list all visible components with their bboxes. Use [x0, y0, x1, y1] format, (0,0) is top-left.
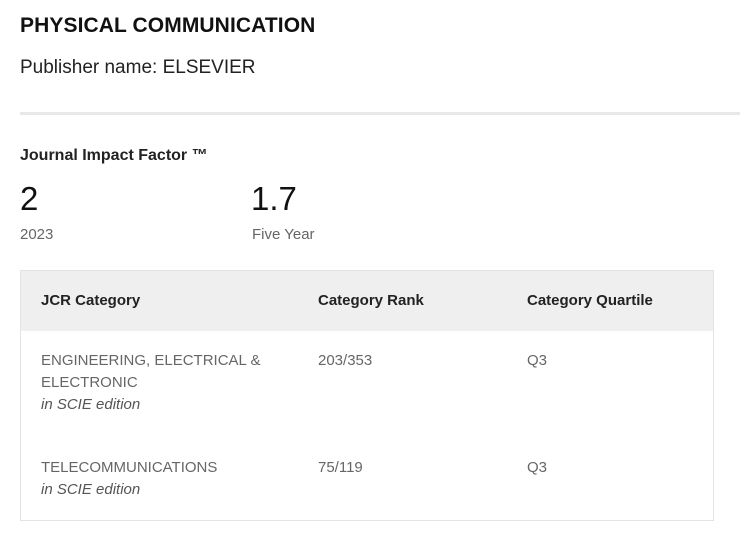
category-cell: TELECOMMUNICATIONS in SCIE edition — [41, 457, 271, 501]
category-name: ENGINEERING, ELECTRICAL & ELECTRONIC — [41, 352, 261, 391]
category-quartile: Q3 — [527, 352, 548, 369]
impact-factor-five-year-label: Five Year — [252, 226, 315, 243]
column-header-quartile: Category Quartile — [527, 292, 653, 309]
category-name: TELECOMMUNICATIONS — [41, 459, 218, 476]
impact-factor-heading: Journal Impact Factor ™ — [20, 147, 208, 164]
category-rank: 75/119 — [318, 459, 363, 476]
table-header: JCR Category Category Rank Category Quar… — [21, 271, 713, 331]
column-header-category: JCR Category — [41, 292, 141, 309]
publisher-name: Publisher name: ELSEVIER — [20, 57, 256, 78]
jcr-category-table: JCR Category Category Rank Category Quar… — [20, 270, 714, 521]
column-header-rank: Category Rank — [318, 292, 424, 309]
impact-factor-2023-value: 2 — [20, 180, 39, 217]
category-rank: 203/353 — [318, 352, 373, 369]
category-cell: ENGINEERING, ELECTRICAL & ELECTRONIC in … — [41, 350, 271, 416]
category-edition: in SCIE edition — [41, 481, 141, 498]
section-divider — [20, 112, 740, 115]
category-edition: in SCIE edition — [41, 396, 141, 413]
journal-title: PHYSICAL COMMUNICATION — [20, 14, 316, 37]
impact-factor-2023-label: 2023 — [20, 226, 54, 243]
category-quartile: Q3 — [527, 459, 548, 476]
impact-factor-five-year-value: 1.7 — [251, 180, 297, 217]
